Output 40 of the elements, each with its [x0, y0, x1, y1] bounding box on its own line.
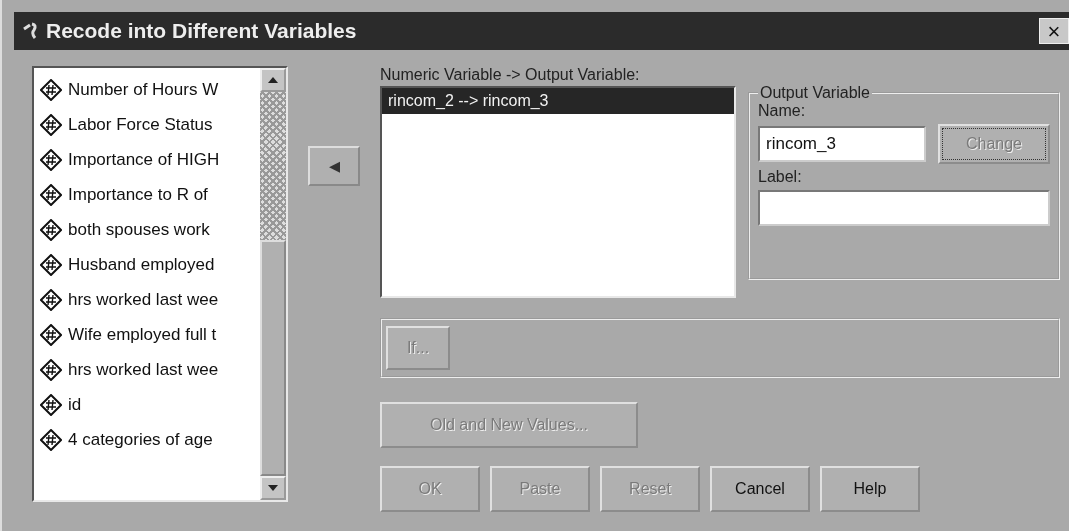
mapping-label: Numeric Variable -> Output Variable: [380, 66, 641, 84]
diamond-hash-icon [40, 148, 62, 171]
variable-item[interactable]: Importance of HIGH [34, 142, 260, 177]
scrollbar[interactable] [260, 68, 286, 500]
dialog-button[interactable]: Cancel [710, 466, 810, 512]
diamond-hash-icon [40, 253, 62, 276]
variable-item[interactable]: Number of Hours W [34, 72, 260, 107]
variable-item[interactable]: Wife employed full t [34, 317, 260, 352]
scroll-down-button[interactable] [260, 476, 286, 500]
variable-item[interactable]: 4 categories of age [34, 422, 260, 457]
dialog-button[interactable]: Help [820, 466, 920, 512]
name-field[interactable]: rincom_3 [758, 126, 926, 162]
group-title: Output Variable [759, 84, 871, 102]
variable-item[interactable]: Husband employed [34, 247, 260, 282]
scroll-thumb[interactable] [260, 240, 286, 476]
diamond-hash-icon [40, 218, 62, 241]
diamond-hash-icon [40, 393, 62, 416]
variable-item[interactable]: Importance to R of [34, 177, 260, 212]
mapping-item[interactable]: rincom_2 --> rincom_3 [382, 88, 734, 114]
variable-item[interactable]: Labor Force Status [34, 107, 260, 142]
down-arrow-icon [268, 485, 278, 491]
diamond-hash-icon [40, 288, 62, 311]
variable-item[interactable]: both spouses work [34, 212, 260, 247]
diamond-hash-icon [40, 358, 62, 381]
variable-item[interactable]: hrs worked last wee [34, 282, 260, 317]
name-label: Name: [758, 102, 807, 120]
label-label: Label: [758, 168, 803, 186]
scroll-up-button[interactable] [260, 68, 286, 92]
label-field[interactable] [758, 190, 1050, 226]
diamond-hash-icon [40, 78, 62, 101]
up-arrow-icon [268, 77, 278, 83]
diamond-hash-icon [40, 113, 62, 136]
diamond-hash-icon [40, 323, 62, 346]
close-button[interactable]: × [1039, 18, 1069, 44]
variable-item[interactable]: hrs worked last wee [34, 352, 260, 387]
move-button[interactable]: ◂ [308, 146, 360, 186]
diamond-hash-icon [40, 428, 62, 451]
variable-item[interactable]: id [34, 387, 260, 422]
window-title: Recode into Different Variables [46, 19, 357, 43]
diamond-hash-icon [40, 183, 62, 206]
